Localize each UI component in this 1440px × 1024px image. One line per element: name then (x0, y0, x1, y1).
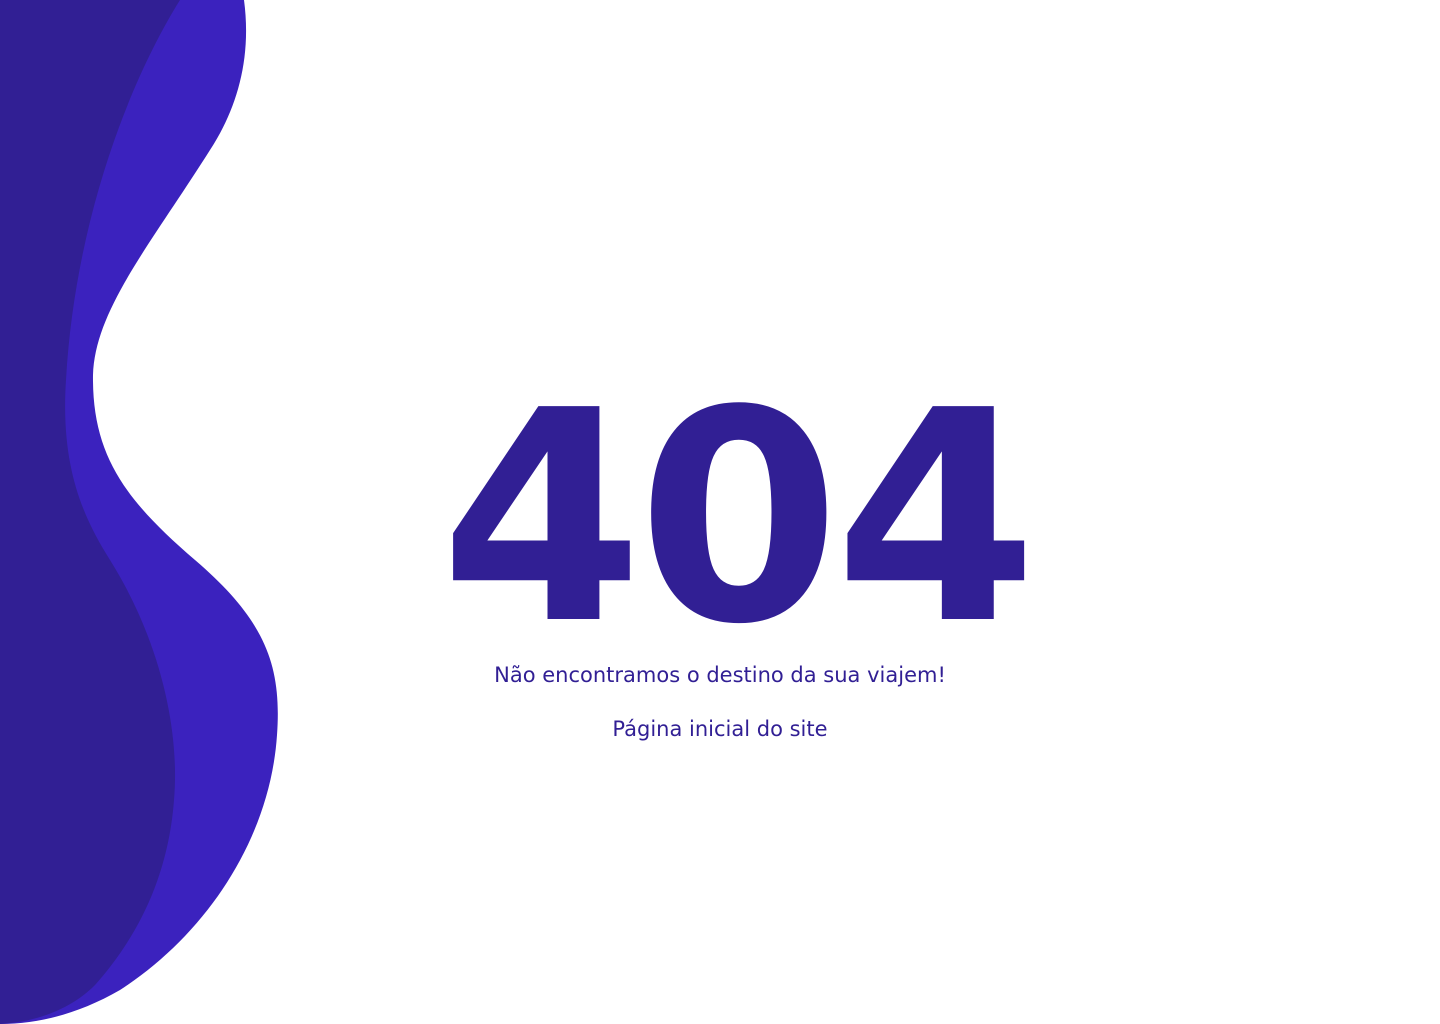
error-content: 404 Não encontramos o destino da sua via… (440, 348, 1038, 743)
error-code: 404 (440, 348, 1038, 688)
error-message: Não encontramos o destino da sua viajem! (494, 663, 946, 687)
home-page-link[interactable]: Página inicial do site (612, 715, 827, 743)
decorative-wave (0, 0, 278, 1024)
